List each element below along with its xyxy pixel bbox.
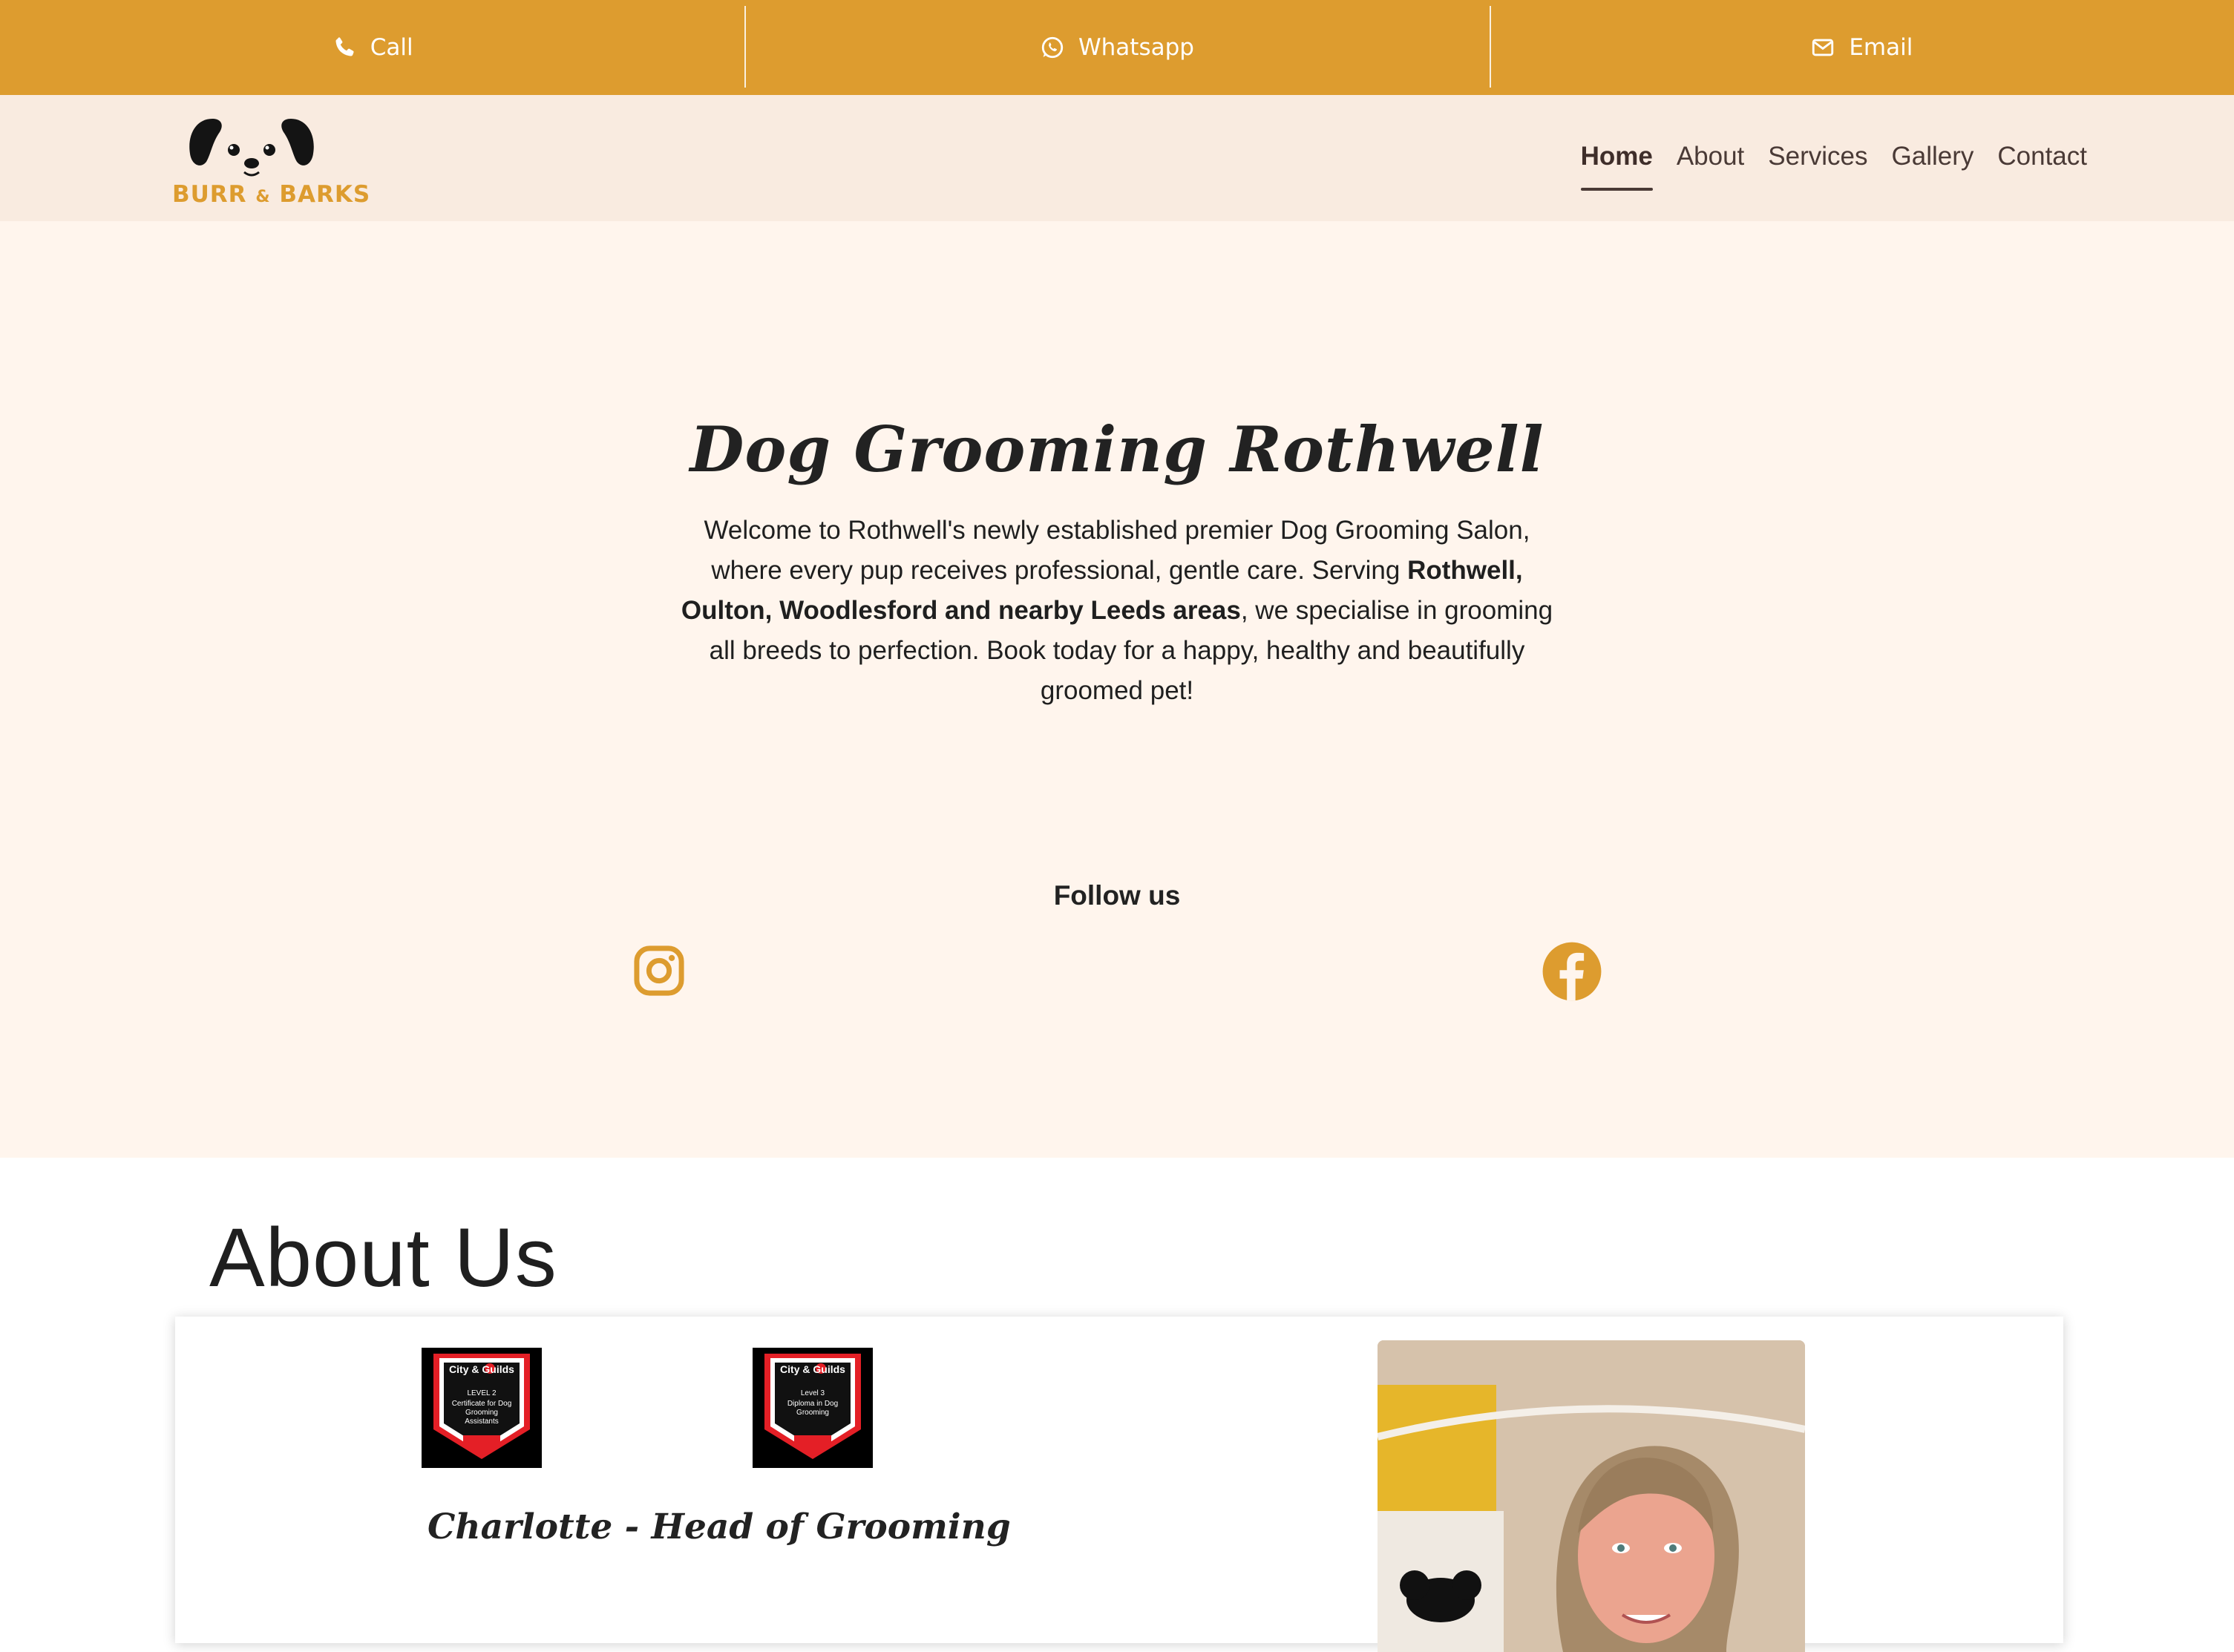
whatsapp-label: Whatsapp xyxy=(1078,34,1194,61)
staff-title: Charlotte - Head of Grooming xyxy=(428,1507,1011,1547)
badge-brand: City & Guilds xyxy=(780,1363,845,1375)
whatsapp-icon xyxy=(1040,35,1065,60)
staff-photo xyxy=(1378,1340,1805,1652)
follow-us-heading: Follow us xyxy=(1053,880,1181,911)
brand-logo[interactable]: BURR & BARKS xyxy=(172,113,371,208)
hero-description: Welcome to Rothwell's newly established … xyxy=(681,516,1553,705)
hero-title: Dog Grooming Rothwell xyxy=(689,413,1545,486)
envelope-icon xyxy=(1810,35,1835,60)
nav-about[interactable]: About xyxy=(1677,142,1744,174)
email-link[interactable]: Email xyxy=(1489,0,2234,95)
badge-brand: City & Guilds xyxy=(449,1363,514,1375)
nav-services[interactable]: Services xyxy=(1768,142,1867,174)
badge-description: Diploma in Dog Grooming xyxy=(787,1400,839,1417)
brand-name: BURR & BARKS xyxy=(172,181,371,208)
contact-bar: Call Whatsapp Email xyxy=(0,0,2234,95)
navbar: BURR & BARKS Home About Services Gallery… xyxy=(0,95,2234,221)
certificate-badge: City & Guilds LEVEL 2 Certificate for Do… xyxy=(422,1348,542,1468)
nav-home[interactable]: Home xyxy=(1580,142,1654,191)
about-heading: About Us xyxy=(209,1211,557,1304)
nav-gallery[interactable]: Gallery xyxy=(1892,142,1974,174)
dog-face-icon xyxy=(172,113,328,180)
badge-level: LEVEL 2 xyxy=(467,1389,497,1397)
facebook-icon[interactable] xyxy=(1540,940,1604,1003)
whatsapp-link[interactable]: Whatsapp xyxy=(744,0,1489,95)
nav-contact[interactable]: Contact xyxy=(1997,142,2087,174)
phone-icon xyxy=(332,35,357,60)
diploma-badge: City & Guilds Level 3 Diploma in Dog Gro… xyxy=(753,1348,873,1468)
email-label: Email xyxy=(1849,34,1913,61)
badge-description: Certificate for Dog Grooming Assistants xyxy=(451,1400,512,1426)
call-label: Call xyxy=(370,34,413,61)
main-nav: Home About Services Gallery Contact xyxy=(1580,95,2087,221)
badge-level: Level 3 xyxy=(800,1389,825,1397)
call-link[interactable]: Call xyxy=(0,0,744,95)
about-card: City & Guilds LEVEL 2 Certificate for Do… xyxy=(175,1317,2063,1652)
hero-section: Dog Grooming Rothwell Welcome to Rothwel… xyxy=(0,221,2234,1158)
instagram-icon[interactable] xyxy=(631,943,687,999)
